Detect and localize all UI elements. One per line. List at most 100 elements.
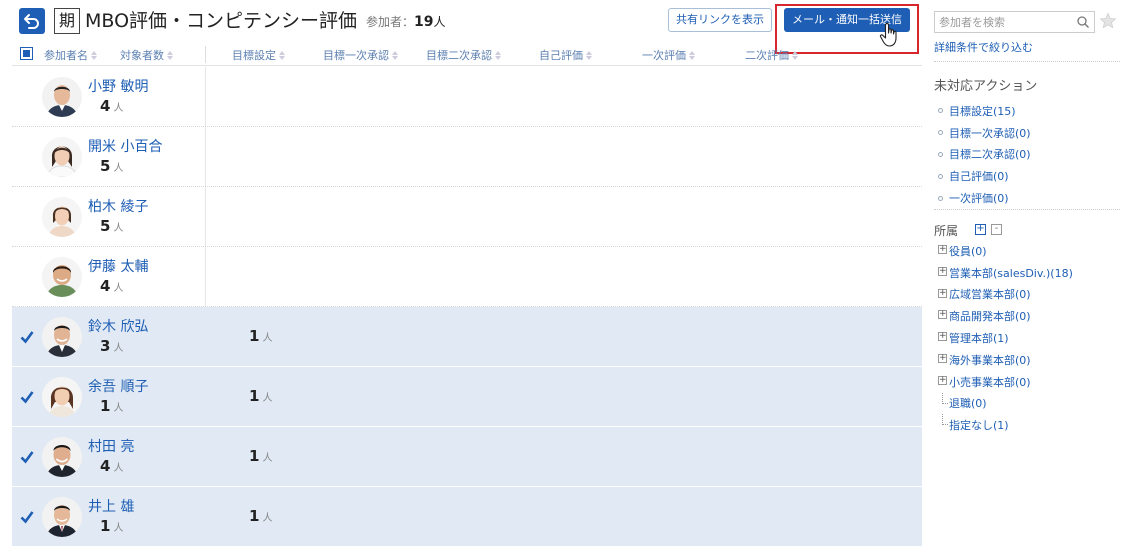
share-link-button[interactable]: 共有リンクを表示	[668, 8, 772, 32]
target-count: 4人	[100, 457, 123, 475]
org-item[interactable]: + 広域営業本部(0)	[938, 284, 1124, 306]
sort-icon	[586, 50, 592, 60]
column-header-second-evaluation[interactable]: 二次評価	[745, 47, 798, 63]
count-unit: 人	[113, 163, 124, 174]
expand-all-plus-icon[interactable]: +	[975, 224, 986, 235]
count-unit: 人	[262, 393, 273, 404]
count-unit: 人	[113, 103, 124, 114]
column-label: 目標設定	[232, 49, 276, 62]
target-count: 4人	[100, 277, 123, 295]
bullet-icon	[938, 108, 943, 114]
table-row[interactable]: 伊藤 太輔 4人	[12, 247, 922, 307]
participant-name[interactable]: 伊藤 太輔	[88, 256, 148, 276]
org-item[interactable]: + 海外事業本部(0)	[938, 349, 1124, 371]
plus-icon[interactable]: +	[938, 288, 947, 298]
org-label: 広域営業本部(0)	[949, 288, 1031, 302]
action-label: 目標二次承認(0)	[949, 148, 1031, 162]
org-item[interactable]: + 役員(0)	[938, 240, 1124, 262]
participants-label: 参加者：	[366, 15, 415, 29]
column-header-goal-setting[interactable]: 目標設定	[232, 47, 285, 63]
participant-name[interactable]: 小野 敏明	[88, 76, 148, 96]
participants-unit: 人	[433, 15, 446, 29]
sort-icon	[392, 50, 398, 60]
action-label: 目標一次承認(0)	[949, 126, 1031, 140]
pending-action-first-evaluation[interactable]: 一次評価(0)	[934, 187, 1120, 209]
participants-summary: 参加者：19人	[366, 13, 446, 30]
back-button[interactable]	[19, 8, 45, 34]
sort-icon	[167, 50, 173, 60]
goal-setting-count[interactable]: 1人	[249, 387, 272, 405]
select-all-checkbox[interactable]	[20, 47, 33, 60]
back-arrow-icon	[24, 14, 39, 29]
advanced-filter-link[interactable]: 詳細条件で絞り込む	[934, 39, 1033, 55]
org-item[interactable]: + 商品開発本部(0)	[938, 305, 1124, 327]
column-divider	[205, 46, 206, 63]
column-label: 対象者数	[120, 49, 164, 62]
org-item[interactable]: + 管理本部(1)	[938, 327, 1124, 349]
pending-action-goal-first-approval[interactable]: 目標一次承認(0)	[934, 122, 1120, 144]
plus-icon[interactable]: +	[938, 310, 947, 320]
column-label: 自己評価	[539, 49, 583, 62]
count-unit: 人	[262, 513, 273, 524]
table-row[interactable]: 小野 敏明 4人	[12, 67, 922, 127]
plus-icon[interactable]: +	[938, 332, 947, 342]
table-header: 参加者名 対象者数 目標設定 目標一次承認 目標二次承認 自己評価 一次評価 二…	[12, 42, 922, 66]
participant-name[interactable]: 柏木 綾子	[88, 196, 148, 216]
goal-setting-count[interactable]: 1人	[249, 327, 272, 345]
target-count: 1人	[100, 397, 123, 415]
count-unit: 人	[262, 333, 273, 344]
search-icon[interactable]	[1076, 15, 1090, 29]
table-row[interactable]: 村田 亮 4人 1人	[12, 427, 922, 487]
org-item[interactable]: + 営業本部(salesDiv.)(18)	[938, 262, 1124, 284]
participant-name[interactable]: 余吾 順子	[88, 376, 148, 396]
pending-action-goal-second-approval[interactable]: 目標二次承認(0)	[934, 144, 1120, 166]
column-header-goal-second-approval[interactable]: 目標二次承認	[426, 47, 501, 63]
plus-icon[interactable]: +	[938, 353, 947, 363]
target-count: 1人	[100, 517, 123, 535]
tree-line	[942, 414, 948, 426]
avatar	[42, 257, 82, 297]
plus-icon[interactable]: +	[938, 266, 947, 276]
table-row[interactable]: 柏木 綾子 5人	[12, 187, 922, 247]
table-row[interactable]: 井上 雄 1人 1人	[12, 487, 922, 547]
target-count-value: 4	[100, 97, 111, 115]
goal-setting-count[interactable]: 1人	[249, 507, 272, 525]
org-item[interactable]: 指定なし(1)	[938, 414, 1124, 436]
name-cell: 開米 小百合 5人	[12, 127, 206, 186]
column-header-goal-first-approval[interactable]: 目標一次承認	[323, 47, 398, 63]
avatar	[42, 437, 82, 477]
participant-name[interactable]: 鈴木 欣弘	[88, 316, 148, 336]
participant-name[interactable]: 村田 亮	[88, 436, 134, 456]
table-row[interactable]: 開米 小百合 5人	[12, 127, 922, 187]
org-item[interactable]: + 小売事業本部(0)	[938, 371, 1124, 393]
target-count-value: 1	[100, 397, 111, 415]
count-unit: 人	[262, 453, 273, 464]
participant-name[interactable]: 開米 小百合	[88, 136, 162, 156]
avatar	[42, 317, 82, 357]
column-header-target-count[interactable]: 対象者数	[120, 47, 173, 63]
table-row[interactable]: 鈴木 欣弘 3人 1人	[12, 307, 922, 367]
action-label: 一次評価(0)	[949, 192, 1009, 206]
count-unit: 人	[113, 283, 124, 294]
participant-name[interactable]: 井上 雄	[88, 496, 134, 516]
participant-list: 小野 敏明 4人 開米 小百合 5人 柏木 綾子 5人 伊藤 太輔 4人 鈴木 …	[12, 67, 922, 547]
participant-search-input[interactable]	[935, 12, 1075, 32]
column-header-first-evaluation[interactable]: 一次評価	[642, 47, 695, 63]
search-box	[934, 11, 1095, 33]
pending-action-goal-setting[interactable]: 目標設定(15)	[934, 100, 1120, 122]
goal-setting-count[interactable]: 1人	[249, 447, 272, 465]
column-header-participant[interactable]: 参加者名	[44, 47, 97, 63]
avatar	[42, 197, 82, 237]
plus-icon[interactable]: +	[938, 375, 947, 385]
star-icon[interactable]	[1099, 12, 1117, 30]
action-label: 目標設定(15)	[949, 104, 1016, 118]
avatar	[42, 137, 82, 177]
pending-action-self-evaluation[interactable]: 自己評価(0)	[934, 165, 1120, 187]
collapse-all-minus-icon[interactable]: -	[991, 224, 1002, 235]
column-header-self-evaluation[interactable]: 自己評価	[539, 47, 592, 63]
table-row[interactable]: 余吾 順子 1人 1人	[12, 367, 922, 427]
org-item[interactable]: 退職(0)	[938, 392, 1124, 415]
sort-icon	[689, 50, 695, 60]
plus-icon[interactable]: +	[938, 245, 947, 254]
action-label: 自己評価(0)	[949, 170, 1009, 184]
